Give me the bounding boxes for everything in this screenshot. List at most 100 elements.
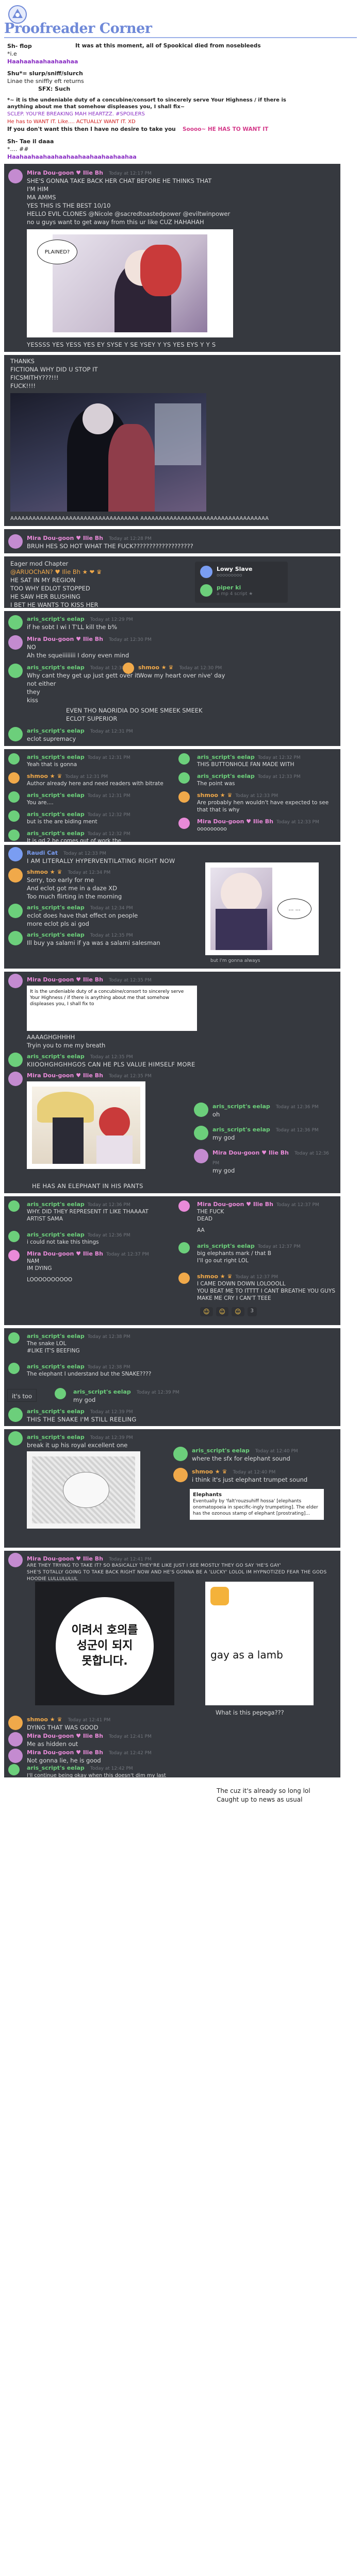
footer-line: The cuz it's already so long lol [217, 1787, 310, 1794]
chat-screenshot-8: Mira Dou-goon ♥ Ilie Bh Today at 12:35 P… [4, 972, 340, 1193]
username[interactable]: Mira Dou-goon ♥ Ilie Bh [27, 1072, 103, 1079]
username[interactable]: Mira Dou-goon ♥ Ilie Bh [27, 636, 103, 642]
timestamp: Today at 12:32 PM [87, 812, 130, 818]
username[interactable]: aris_script's eelap [197, 754, 255, 760]
message-text: THE FUCK [197, 1209, 224, 1215]
message-text: it's too [12, 1393, 32, 1400]
message-text: IM DYING [27, 1265, 52, 1272]
username[interactable]: Mira Dou-goon ♥ Ilie Bh [27, 1250, 103, 1257]
username[interactable]: Mira Dou-goon ♥ Ilie Bh [27, 1555, 103, 1562]
username[interactable]: Mira Dou-goon ♥ Ilie Bh [27, 976, 103, 983]
timestamp: Today at 12:32 PM [257, 755, 301, 760]
username[interactable]: aris_script's eelap [27, 664, 85, 671]
username[interactable]: aris_script's eelap [27, 1231, 85, 1238]
chat-message: Mira Dou-goon ♥ Ilie Bh Today at 12:36 P… [190, 1147, 334, 1175]
avatar [194, 1149, 208, 1163]
timestamp: Today at 12:34 PM [68, 870, 111, 875]
chat-snippet: aris_script's eelap Today at 12:39 PM my… [51, 1386, 185, 1404]
chat-screenshot-3: Mira Dou-goon ♥ Ilie Bh Today at 12:28 P… [4, 529, 340, 553]
username[interactable]: shmoo ★ ♛ [27, 869, 62, 875]
dictionary-snippet[interactable]: Elephants Eventually by 'falt'rouzsuhiff… [190, 1489, 324, 1520]
timestamp: Today at 12:36 PM [275, 1105, 319, 1110]
pasted-note-image[interactable]: It is the undeniable duty of a concubine… [27, 986, 197, 1031]
username[interactable]: shmoo ★ ♛ [197, 1273, 232, 1280]
chat-message: aris_script's eelap Today at 12:32 PM but … [4, 808, 169, 825]
username[interactable]: aris_script's eelap [27, 727, 85, 734]
chat-message: shmoo ★ ♛ Today at 12:31 PM Author already… [4, 770, 169, 787]
username[interactable]: Raudi Cat [27, 850, 58, 856]
username[interactable]: aris_script's eelap [27, 792, 85, 799]
message-text: Ill buy ya salami if ya was a salami sal… [27, 939, 160, 946]
username[interactable]: aris_script's eelap [27, 904, 85, 911]
chat-message: shmoo ★ ♛ Today at 12:34 PM Sorry, too e… [4, 866, 190, 901]
username[interactable]: aris_script's eelap [27, 754, 85, 760]
username[interactable]: Mira Dou-goon ♥ Ilie Bh [27, 1749, 103, 1756]
username[interactable]: aris_script's eelap [27, 1363, 85, 1370]
timestamp: Today at 12:39 PM [90, 1410, 133, 1415]
username[interactable]: aris_script's eelap [197, 773, 255, 779]
username[interactable]: shmoo ★ ♛ [197, 792, 232, 799]
message-text: no u guys want to get away from this ur … [27, 218, 204, 226]
phone-screenshot[interactable]: gay as a lamb [205, 1582, 314, 1705]
header-divider [4, 37, 357, 38]
laugh-emoji-icon[interactable]: ☺ [216, 1307, 229, 1316]
username[interactable]: Mira Dou-goon ♥ Ilie Bh [27, 535, 103, 541]
username[interactable]: aris_script's eelap [192, 1447, 250, 1454]
username[interactable]: aris_script's eelap [27, 1765, 85, 1771]
username[interactable]: shmoo ★ ♛ [27, 1716, 62, 1723]
username[interactable]: Mira Dou-goon ♥ Ilie Bh [27, 1733, 103, 1739]
username[interactable]: aris_script's eelap [27, 1201, 85, 1208]
laugh-emoji-icon[interactable]: ☺ [232, 1307, 244, 1316]
chat-screenshot-10: aris_script's eelap Today at 12:38 PM The … [4, 1328, 340, 1426]
manga-panel[interactable]: PLAINED? [27, 229, 233, 337]
message-text: I'll continue being okay when this doesn… [27, 1773, 166, 1777]
username[interactable]: aris_script's eelap [212, 1103, 270, 1110]
message-text: EVEN THO NAORIDIA DO SOME SMEEK SMEEK [66, 707, 203, 714]
username[interactable]: shmoo ★ ♛ [138, 664, 173, 671]
chat-message: aris_script's eelap Today at 12:39 PM my… [51, 1386, 185, 1404]
username[interactable]: aris_script's eelap [27, 1408, 85, 1415]
panel-caption: but I'm gonna always [210, 958, 260, 963]
username[interactable]: shmoo ★ ♛ [27, 773, 62, 779]
chat-message: aris_script's eelap Today at 12:30 PM Wh… [4, 662, 340, 704]
timestamp: Today at 12:41 PM [109, 1734, 152, 1739]
username[interactable]: shmoo ★ ♛ [192, 1468, 227, 1475]
footer-line: Caught up to news as usual [217, 1796, 303, 1803]
username[interactable]: aris_script's eelap [73, 1388, 131, 1395]
note-line: If you don't want this then I have no de… [7, 126, 176, 132]
user-subtext: ooooooooo [217, 573, 242, 578]
username[interactable]: aris_script's eelap [27, 1434, 85, 1440]
message-text: ooooooooo [197, 826, 227, 832]
username[interactable]: Mira Dou-goon ♥ Ilie Bh [197, 1201, 273, 1208]
username[interactable]: Mira Dou-goon ♥ Ilie Bh [212, 1149, 289, 1156]
message-text: Ah the squeiiiiiiii I dony even mind [27, 652, 129, 659]
chat-screenshot-5: aris_script's eelap Today at 12:29 PM if… [4, 611, 340, 746]
username[interactable]: aris_script's eelap [27, 830, 85, 837]
message-text: I BET HE WANTS TO KISS HER [10, 601, 99, 608]
chat-message: Mira Dou-goon ♥ Ilie Bh Today at 12:35 P… [4, 1070, 159, 1169]
username[interactable]: aris_script's eelap [212, 1126, 270, 1133]
username[interactable]: aris_script's eelap [27, 616, 85, 622]
username[interactable]: aris_script's eelap [27, 1333, 85, 1340]
username[interactable]: piper ki [217, 584, 241, 591]
laugh-emoji-icon[interactable]: ☺ [200, 1307, 213, 1316]
reaction-count[interactable]: 3 [247, 1307, 257, 1316]
message-text: my god [212, 1167, 235, 1174]
manga-panel[interactable]: … … [205, 862, 319, 955]
chat-message: EVEN THO NAORIDIA DO SOME SMEEK SMEEK EC… [4, 706, 340, 723]
manga-panel[interactable] [27, 1081, 145, 1169]
username[interactable]: aris_script's eelap [27, 811, 85, 818]
username[interactable]: aris_script's eelap [27, 1053, 85, 1060]
username[interactable]: Lowy Slave [217, 566, 252, 572]
username[interactable]: Mira Dou-goon ♥ Ilie Bh [197, 818, 273, 825]
username[interactable]: aris_script's eelap [197, 1243, 255, 1249]
manga-image[interactable] [10, 393, 206, 512]
manga-panel[interactable]: 이려서 호의를 성군이 되지 못합니다. [35, 1582, 174, 1705]
username[interactable]: aris_script's eelap [27, 931, 85, 938]
pasted-note-text: It is the undeniable duty of a concubine… [30, 989, 184, 1007]
manga-image [210, 868, 272, 950]
username[interactable]: Mira Dou-goon ♥ Ilie Bh [27, 170, 103, 176]
emoji-reactions: ☺ ☺ ☺ 3 [200, 1307, 257, 1316]
manga-panel[interactable] [27, 1451, 140, 1529]
user-popup: Lowy Slave ooooooooo piper ki a mp 4 scr… [195, 562, 288, 603]
